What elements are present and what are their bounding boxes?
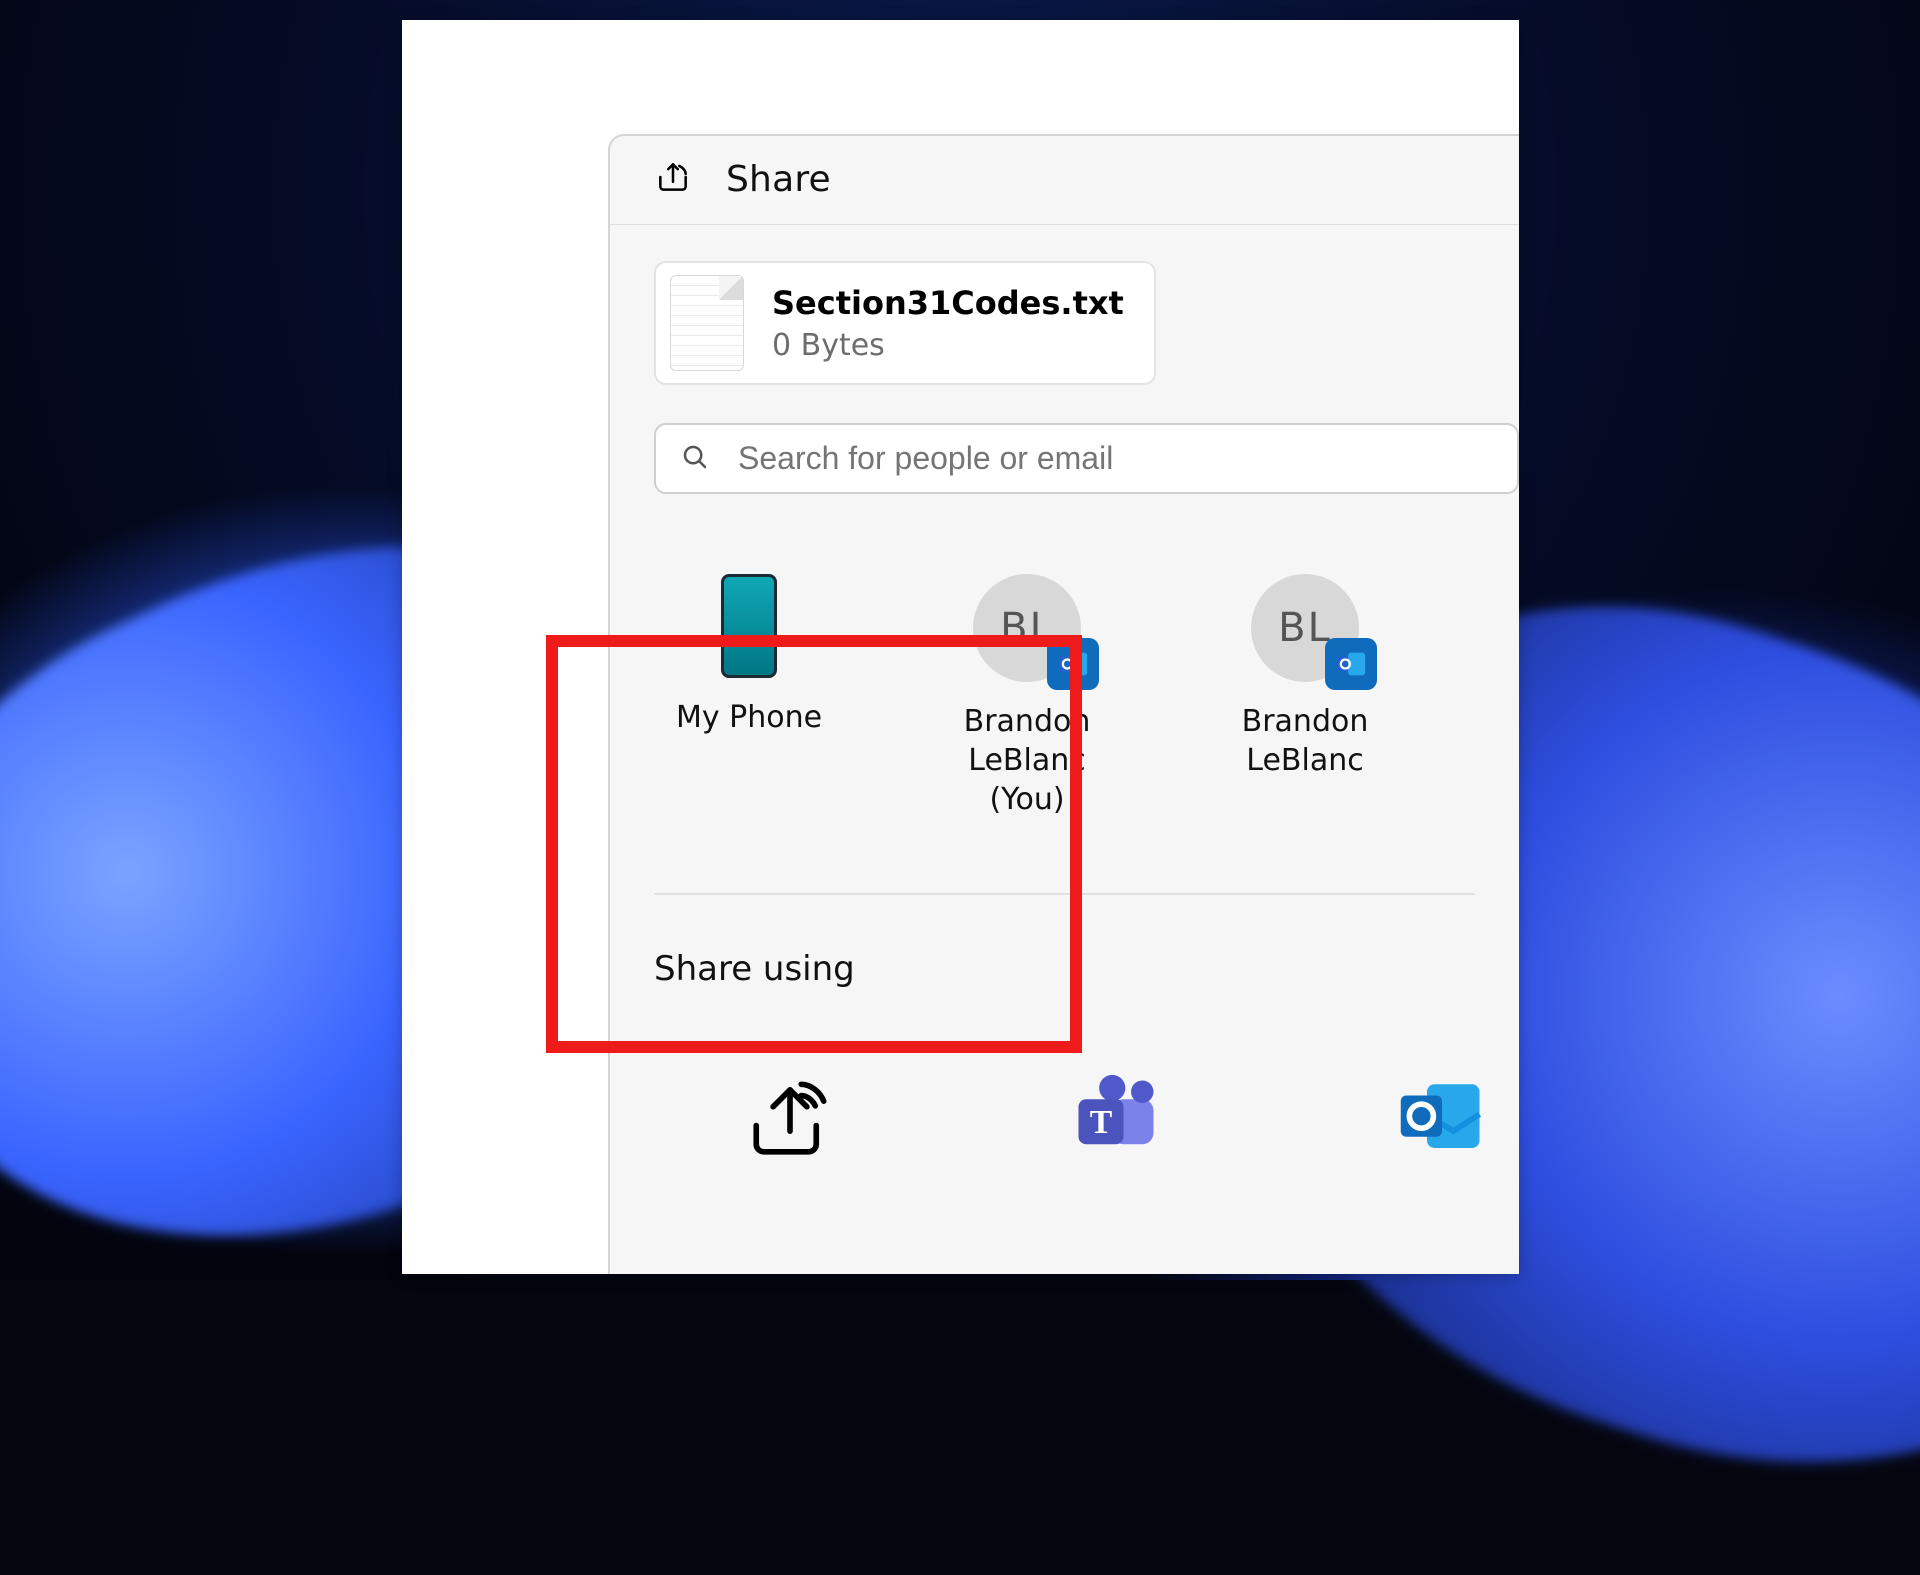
file-to-share[interactable]: Section31Codes.txt 0 Bytes: [654, 261, 1156, 385]
file-name: Section31Codes.txt: [772, 284, 1124, 322]
avatar-initials: BL: [1000, 605, 1054, 651]
avatar-initials: BL: [1278, 605, 1332, 651]
screenshot-card: Share Section31Codes.txt 0 Bytes: [402, 20, 1519, 1274]
target-my-phone[interactable]: My Phone: [654, 574, 844, 819]
target-label: Brandon LeBlanc: [1210, 702, 1400, 780]
share-targets: My Phone BL Brandon LeBlanc (Y: [654, 574, 1519, 819]
avatar: BL: [973, 574, 1081, 682]
share-dialog-body: Section31Codes.txt 0 Bytes My Phone: [610, 225, 1519, 1167]
outlook-app[interactable]: [1394, 1073, 1490, 1167]
svg-text:T: T: [1090, 1104, 1113, 1141]
search-people[interactable]: [654, 423, 1519, 494]
section-divider: [654, 893, 1475, 895]
share-using-heading: Share using: [654, 949, 1519, 989]
search-icon: [680, 442, 710, 476]
file-size: 0 Bytes: [772, 328, 1124, 363]
outlook-badge-icon: [1325, 638, 1377, 690]
target-contact[interactable]: BL Brandon LeBlanc: [1210, 574, 1400, 819]
share-apps: T: [742, 1073, 1519, 1167]
file-text-icon: [670, 275, 744, 371]
target-contact-you[interactable]: BL Brandon LeBlanc (You): [932, 574, 1122, 819]
share-icon: [654, 158, 692, 200]
target-label: Brandon LeBlanc (You): [932, 702, 1122, 819]
share-dialog-header: Share: [610, 136, 1519, 225]
nearby-sharing-app[interactable]: [742, 1073, 838, 1167]
avatar: BL: [1251, 574, 1359, 682]
share-dialog: Share Section31Codes.txt 0 Bytes: [608, 134, 1519, 1274]
target-label: My Phone: [676, 698, 822, 737]
share-dialog-title: Share: [726, 159, 831, 200]
search-input[interactable]: [736, 439, 1493, 478]
file-meta: Section31Codes.txt 0 Bytes: [772, 284, 1124, 363]
teams-app[interactable]: T: [1068, 1073, 1164, 1167]
phone-icon: [721, 574, 777, 678]
outlook-badge-icon: [1047, 638, 1099, 690]
